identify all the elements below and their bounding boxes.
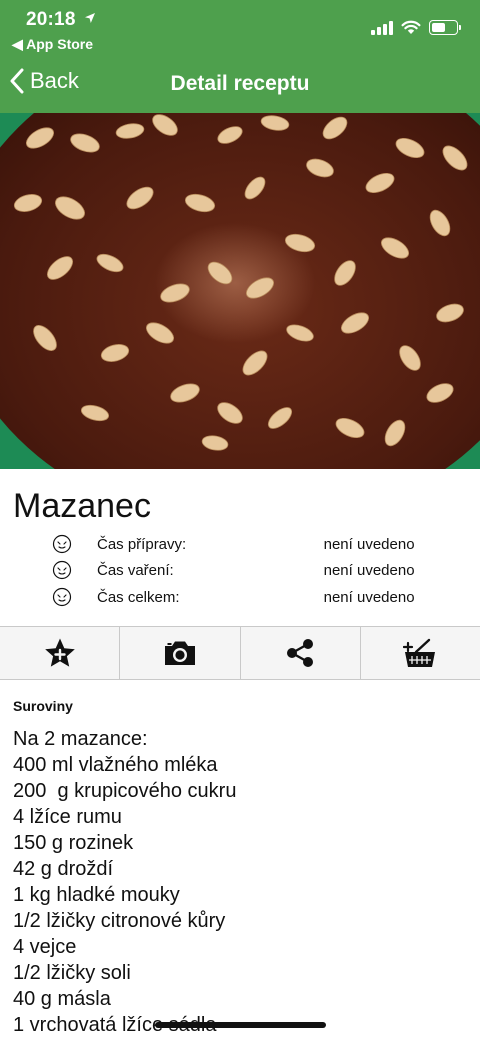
basket-add-icon: [403, 638, 436, 667]
bread-image: [0, 113, 480, 469]
star-add-icon: [44, 638, 75, 667]
prep-time-label: Čas přípravy:: [97, 535, 187, 553]
add-to-basket-button[interactable]: [361, 627, 480, 679]
recipe-title: Mazanec: [13, 487, 151, 525]
ingredient-item: 42 g droždí: [13, 858, 114, 880]
location-arrow-icon: [85, 13, 95, 23]
battery-icon: [429, 20, 461, 35]
ingredient-item: 1 kg hladké mouky: [13, 884, 180, 906]
ingredient-item: 4 lžíce rumu: [13, 806, 122, 828]
share-button[interactable]: [241, 627, 361, 679]
status-time: 20:18: [26, 9, 76, 30]
cook-time-label: Čas vaření:: [97, 561, 174, 579]
prep-time-row: Čas přípravy: není uvedeno: [52, 532, 432, 556]
ingredients-list: Na 2 mazance: 400 ml vlažného mléka 200 …: [13, 726, 236, 1038]
cook-time-value: není uvedeno: [323, 561, 415, 579]
recipe-action-bar: [0, 626, 480, 680]
ingredient-item: 200 g krupicového cukru: [13, 780, 237, 802]
ingredients-heading: Suroviny: [13, 698, 73, 714]
clock-icon: [52, 587, 72, 607]
prep-time-value: není uvedeno: [323, 535, 415, 553]
status-indicators: [371, 20, 461, 35]
total-time-label: Čas celkem:: [97, 588, 180, 606]
ingredient-item: Na 2 mazance:: [13, 728, 148, 750]
clock-icon: [52, 534, 72, 554]
ingredient-item: 1/2 lžičky soli: [13, 962, 131, 984]
total-time-row: Čas celkem: není uvedeno: [52, 585, 432, 609]
ingredient-item: 4 vejce: [13, 936, 77, 958]
home-indicator[interactable]: [155, 1022, 326, 1028]
ingredient-item: 1/2 lžičky citronové kůry: [13, 910, 226, 932]
ingredient-item: 400 ml vlažného mléka: [13, 754, 218, 776]
add-favorite-button[interactable]: [0, 627, 121, 679]
wifi-icon: [401, 20, 421, 34]
clock-icon: [52, 560, 72, 580]
cellular-signal-icon: [371, 20, 393, 35]
recipe-photo: [0, 113, 480, 469]
page-title: Detail receptu: [170, 72, 310, 95]
share-icon: [287, 639, 314, 667]
cook-time-row: Čas vaření: není uvedeno: [52, 558, 432, 582]
navigation-bar: 20:18 ◀ App Store Back Detail receptu: [0, 0, 480, 113]
ingredient-item: 150 g rozinek: [13, 832, 134, 854]
total-time-value: není uvedeno: [323, 588, 415, 606]
ingredient-item: 40 g másla: [13, 988, 111, 1010]
add-photo-button[interactable]: [120, 627, 241, 679]
camera-icon: [164, 641, 195, 665]
app-store-back-link[interactable]: ◀ App Store: [12, 36, 93, 53]
